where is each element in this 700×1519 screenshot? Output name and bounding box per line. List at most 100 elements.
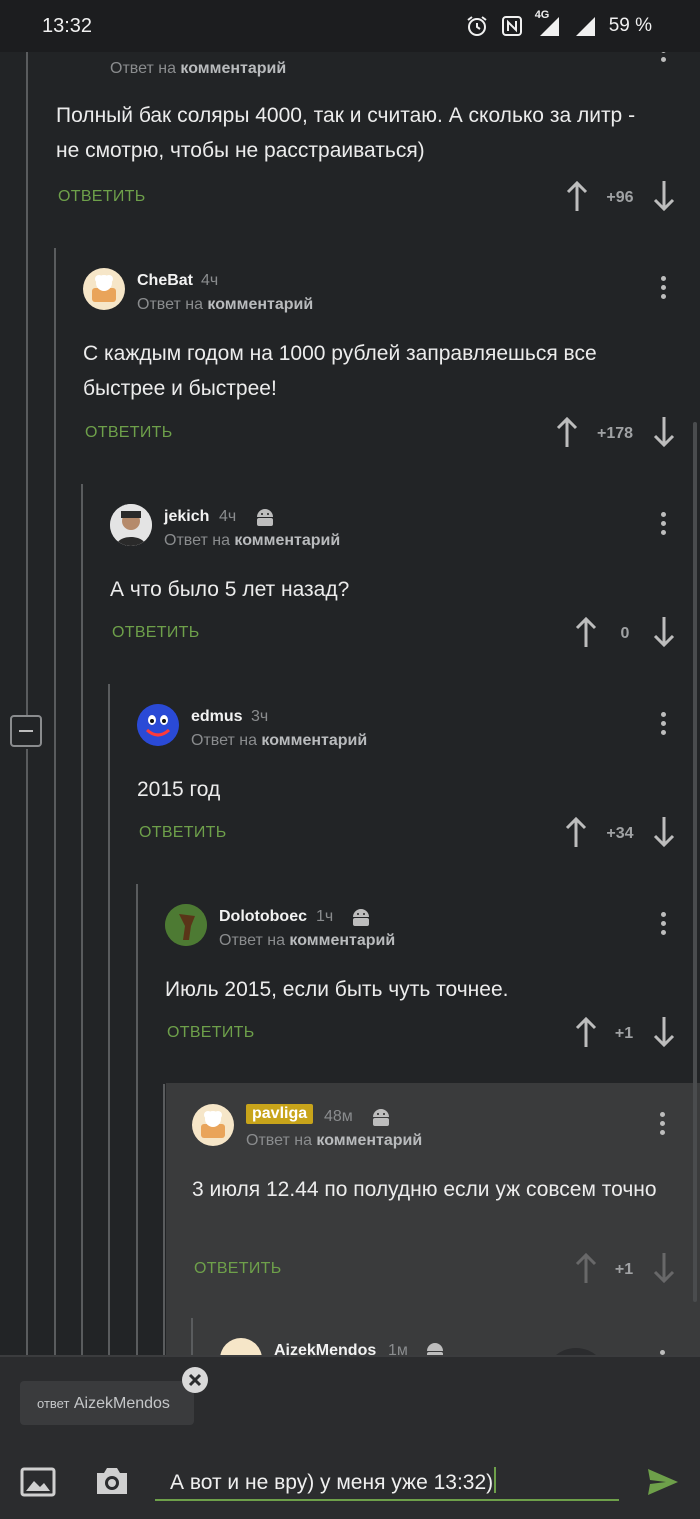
android-icon bbox=[353, 909, 369, 926]
comment: Ответ на комментарий Полный бак соляры 4… bbox=[30, 52, 700, 230]
reply-to-label[interactable]: Ответ на комментарий bbox=[191, 732, 367, 750]
input-underline bbox=[155, 1499, 619, 1501]
comment-time: 3ч bbox=[251, 708, 269, 725]
status-bar: 13:32 4G 59 % bbox=[0, 0, 700, 52]
avatar[interactable] bbox=[110, 504, 152, 546]
downvote-icon[interactable] bbox=[652, 416, 676, 448]
avatar[interactable] bbox=[165, 904, 207, 946]
image-icon[interactable] bbox=[20, 1467, 56, 1497]
comment-input[interactable]: А вот и не вру) у меня уже 13:32) bbox=[170, 1467, 497, 1495]
comment: AizekMendos 1м bbox=[166, 1318, 700, 1355]
status-time: 13:32 bbox=[42, 15, 93, 37]
send-icon[interactable] bbox=[646, 1467, 680, 1497]
more-options-icon[interactable] bbox=[661, 276, 667, 303]
reply-to-label[interactable]: Ответ на комментарий bbox=[164, 532, 340, 550]
author-name[interactable]: pavliga bbox=[246, 1104, 314, 1124]
comment-text: Полный бак соляры 4000, так и считаю. А … bbox=[56, 104, 636, 162]
thread-line bbox=[81, 484, 83, 1355]
thread-line bbox=[163, 1084, 165, 1355]
downvote-icon[interactable] bbox=[652, 1016, 676, 1048]
comment-time: 1ч bbox=[316, 908, 334, 925]
author-name[interactable]: AizekMendos bbox=[274, 1342, 376, 1355]
thread-line bbox=[54, 248, 56, 1355]
author-name[interactable]: CheBat bbox=[137, 272, 193, 290]
comment-time: 1м bbox=[388, 1342, 408, 1355]
thread-line bbox=[108, 684, 110, 1355]
comment-highlighted: pavliga 48м Ответ на комментарий 3 июля … bbox=[166, 1083, 700, 1318]
thread-line bbox=[26, 749, 28, 1355]
reply-button[interactable]: ОТВЕТИТЬ bbox=[139, 824, 227, 842]
more-options-icon[interactable] bbox=[661, 512, 667, 539]
comment: edmus 3ч Ответ на комментарий 2015 год О… bbox=[111, 688, 700, 868]
android-icon bbox=[257, 509, 273, 526]
comment-score: 0 bbox=[620, 625, 630, 642]
avatar[interactable] bbox=[83, 268, 125, 310]
more-options-icon[interactable] bbox=[661, 912, 667, 939]
more-options-icon[interactable] bbox=[661, 712, 667, 739]
author-name[interactable]: edmus bbox=[191, 708, 243, 726]
comment: Dolotoboec 1ч Ответ на комментарий Июль … bbox=[139, 888, 700, 1068]
comment-time: 4ч bbox=[201, 272, 219, 289]
reply-composer: ответ AizekMendos А вот и не вру) у меня… bbox=[0, 1355, 700, 1519]
upvote-icon[interactable] bbox=[574, 1252, 598, 1284]
reply-button[interactable]: ОТВЕТИТЬ bbox=[85, 424, 173, 442]
comment-score: +178 bbox=[596, 425, 634, 442]
alarm-icon bbox=[467, 16, 487, 36]
battery-percent: 59 % bbox=[608, 15, 652, 36]
comment-text: Июль 2015, если быть чуть точнее. bbox=[165, 978, 509, 1001]
reply-to-label: Ответ на комментарий bbox=[110, 60, 287, 77]
reply-button[interactable]: ОТВЕТИТЬ bbox=[58, 188, 146, 206]
status-icons: 4G 59 % bbox=[465, 9, 652, 38]
reply-button[interactable]: ОТВЕТИТЬ bbox=[167, 1024, 255, 1042]
comment-score: +1 bbox=[614, 1025, 634, 1042]
comment: jekich 4ч Ответ на комментарий А что был… bbox=[84, 488, 700, 668]
reply-target-chip: ответ AizekMendos bbox=[20, 1381, 194, 1425]
upvote-icon[interactable] bbox=[574, 1016, 598, 1048]
downvote-icon[interactable] bbox=[652, 616, 676, 648]
avatar[interactable] bbox=[137, 704, 179, 746]
downvote-icon[interactable] bbox=[652, 1252, 676, 1284]
avatar[interactable] bbox=[192, 1104, 234, 1146]
thread-line bbox=[191, 1318, 193, 1355]
more-options-icon[interactable] bbox=[661, 52, 667, 66]
upvote-icon[interactable] bbox=[555, 416, 579, 448]
downvote-icon[interactable] bbox=[652, 816, 676, 848]
scrollbar[interactable] bbox=[693, 422, 697, 1302]
upvote-icon[interactable] bbox=[574, 616, 598, 648]
author-name[interactable]: Dolotoboec bbox=[219, 908, 307, 926]
reply-chip-prefix: ответ bbox=[37, 1396, 70, 1411]
camera-icon[interactable] bbox=[94, 1465, 130, 1497]
comment-text: С каждым годом на 1000 рублей заправляеш… bbox=[83, 342, 597, 400]
comment-score: +34 bbox=[606, 825, 634, 842]
avatar[interactable] bbox=[220, 1338, 262, 1355]
comment: CheBat 4ч Ответ на комментарий С каждым … bbox=[57, 252, 700, 467]
network-type: 4G bbox=[535, 9, 561, 37]
android-icon bbox=[373, 1109, 389, 1126]
comment-text: 2015 год bbox=[137, 778, 221, 801]
reply-button[interactable]: ОТВЕТИТЬ bbox=[194, 1260, 282, 1278]
comment-text: А что было 5 лет назад? bbox=[110, 578, 350, 601]
close-icon[interactable] bbox=[182, 1367, 208, 1393]
upvote-icon[interactable] bbox=[565, 180, 589, 212]
comment-text: 3 июля 12.44 по полудню если уж совсем т… bbox=[192, 1178, 657, 1201]
comment-time: 48м bbox=[324, 1108, 353, 1125]
reply-chip-name: AizekMendos bbox=[73, 1395, 170, 1412]
comment-time: 4ч bbox=[219, 508, 237, 525]
thread-line bbox=[26, 52, 28, 715]
scroll-fab[interactable] bbox=[544, 1348, 608, 1355]
downvote-icon[interactable] bbox=[652, 180, 676, 212]
comment-thread[interactable]: Ответ на комментарий Полный бак соляры 4… bbox=[0, 52, 700, 1355]
upvote-icon[interactable] bbox=[564, 816, 588, 848]
comment-score: +96 bbox=[606, 189, 634, 206]
author-name[interactable]: jekich bbox=[164, 508, 209, 526]
nfc-icon bbox=[501, 16, 522, 36]
reply-to-label[interactable]: Ответ на комментарий bbox=[246, 1132, 422, 1150]
reply-to-label[interactable]: Ответ на комментарий bbox=[219, 932, 395, 950]
mobile-signal-icon bbox=[539, 17, 559, 36]
reply-button[interactable]: ОТВЕТИТЬ bbox=[112, 624, 200, 642]
android-icon bbox=[427, 1343, 443, 1355]
reply-to-label[interactable]: Ответ на комментарий bbox=[137, 296, 313, 314]
collapse-thread-button[interactable] bbox=[10, 715, 42, 747]
more-options-icon[interactable] bbox=[660, 1112, 666, 1139]
thread-line bbox=[136, 884, 138, 1355]
